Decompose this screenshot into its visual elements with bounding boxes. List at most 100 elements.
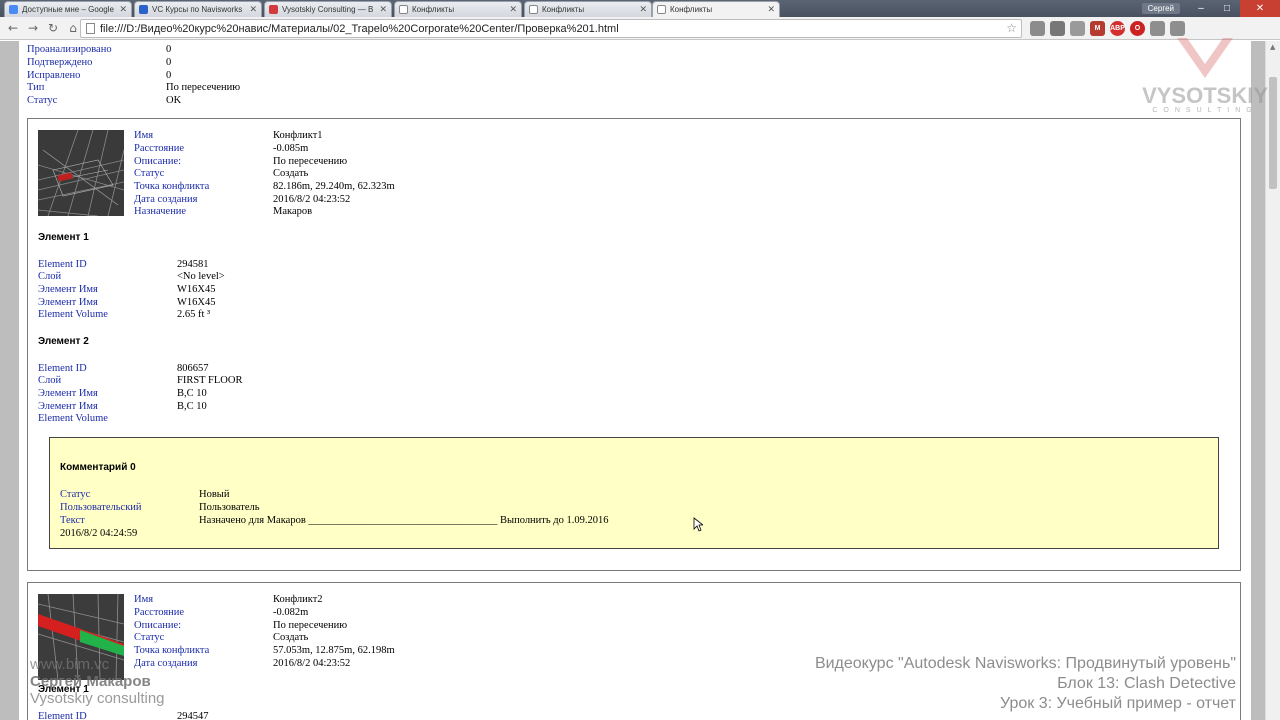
- element-value: 806657: [177, 363, 209, 374]
- summary-key: Проанализировано: [27, 44, 112, 55]
- course-title: Видеокурс "Autodesk Navisworks: Продвину…: [814, 655, 1236, 672]
- element-key: Element Volume: [38, 413, 108, 424]
- scroll-up-icon[interactable]: ▲: [1270, 43, 1275, 51]
- prop-key: Описание:: [134, 156, 182, 167]
- tab-strip: Доступные мне – Google ✕ VC Курсы по Nav…: [0, 0, 1280, 17]
- element-value: W16X45: [177, 297, 216, 308]
- summary-key: Исправлено: [27, 70, 81, 81]
- prop-key: Расстояние: [134, 143, 185, 154]
- author-site: www.bim.vc: [30, 656, 110, 673]
- conflict-panel: Имя Конфликт1 Расстояние -0.085m Описание:…: [27, 118, 1241, 571]
- close-icon[interactable]: ✕: [379, 4, 387, 15]
- reload-icon[interactable]: ↻: [43, 18, 63, 38]
- element-key: Element Volume: [38, 309, 108, 320]
- site-icon: [139, 5, 148, 14]
- logo-text: VYSOTSKIY: [1142, 83, 1268, 108]
- summary-value: 0: [166, 70, 172, 81]
- minimize-icon[interactable]: –: [1188, 0, 1214, 17]
- prop-value: По пересечению: [273, 156, 348, 167]
- comment-value: Пользователь: [199, 502, 260, 513]
- scrollbar-thumb[interactable]: [1269, 77, 1277, 189]
- element-key: Element ID: [38, 259, 87, 270]
- browser-tab[interactable]: Vysotskiy Consulting — B ✕: [264, 1, 392, 17]
- comment-key: Пользовательский: [60, 502, 142, 513]
- address-bar[interactable]: file:///D:/Видео%20курс%20навис/Материал…: [80, 19, 1022, 38]
- prop-key: Имя: [134, 130, 154, 141]
- conflict-thumbnail[interactable]: [38, 130, 124, 216]
- bookmark-star-icon[interactable]: ☆: [1006, 21, 1017, 35]
- apps-icon[interactable]: [1150, 21, 1165, 36]
- element-key: Элемент Имя: [38, 401, 98, 412]
- report-page: Проанализировано 0 Подтверждено 0 Исправле…: [19, 41, 1251, 720]
- page-viewport: Проанализировано 0 Подтверждено 0 Исправле…: [0, 41, 1265, 720]
- close-icon[interactable]: ✕: [249, 4, 257, 15]
- browser-tab[interactable]: Доступные мне – Google ✕: [4, 1, 132, 17]
- summary-key: Подтверждено: [27, 57, 93, 68]
- element-value: B,C 10: [177, 401, 207, 412]
- prop-value: Конфликт2: [273, 594, 323, 605]
- browser-toolbar: ← → ↻ ⌂ file:///D:/Видео%20курс%20навис/…: [0, 17, 1280, 40]
- close-icon[interactable]: ✕: [767, 4, 775, 15]
- tab-title: VC Курсы по Navisworks: [152, 5, 243, 14]
- logo-v-icon: [1177, 38, 1234, 78]
- browser-tab[interactable]: Конфликты ✕: [394, 1, 522, 17]
- prop-key: Статус: [134, 632, 165, 643]
- comment-box: Комментарий 0 Статус Новый Пользовательск…: [49, 437, 1219, 549]
- page-icon: [399, 5, 408, 14]
- logo-subtext: CONSULTING: [1152, 107, 1258, 114]
- prop-key: Точка конфликта: [134, 181, 210, 192]
- author-name: Сергей Макаров: [30, 673, 151, 690]
- summary-value: 0: [166, 57, 172, 68]
- page-icon: [86, 23, 95, 34]
- comment-key: Статус: [60, 489, 91, 500]
- comment-value: Назначено для Макаров __________________…: [199, 515, 609, 526]
- tab-title: Конфликты: [670, 5, 713, 14]
- puzzle-icon[interactable]: [1070, 21, 1085, 36]
- gmail-icon[interactable]: M: [1090, 21, 1105, 36]
- prop-value: 2016/8/2 04:23:52: [273, 658, 351, 669]
- close-icon[interactable]: ✕: [639, 4, 647, 15]
- prop-key: Статус: [134, 168, 165, 179]
- forward-icon[interactable]: →: [23, 18, 43, 38]
- browser-tab-active[interactable]: Конфликты ✕: [652, 1, 780, 17]
- element-value: <No level>: [177, 271, 225, 282]
- mouse-cursor-icon: [693, 517, 703, 532]
- tab-title: Конфликты: [542, 5, 585, 14]
- element-value: W16X45: [177, 284, 216, 295]
- close-icon[interactable]: ✕: [509, 4, 517, 15]
- extension-bar: M ABP O: [1030, 21, 1185, 36]
- summary-value: OK: [166, 95, 182, 106]
- prop-value: 2016/8/2 04:23:52: [273, 194, 351, 205]
- close-icon[interactable]: ✕: [119, 4, 127, 15]
- page-scrollbar[interactable]: ▲: [1265, 41, 1280, 720]
- translate-icon[interactable]: [1030, 21, 1045, 36]
- summary-value: 0: [166, 44, 172, 55]
- maximize-icon[interactable]: □: [1214, 0, 1240, 17]
- tab-title: Конфликты: [412, 5, 455, 14]
- prop-key: Назначение: [134, 206, 187, 217]
- close-window-icon[interactable]: ✕: [1240, 0, 1280, 17]
- tab-title: Vysotskiy Consulting — B: [282, 5, 374, 14]
- adblock-icon[interactable]: ABP: [1110, 21, 1125, 36]
- element-value: B,C 10: [177, 388, 207, 399]
- extension-icon[interactable]: [1050, 21, 1065, 36]
- settings-icon[interactable]: [1170, 21, 1185, 36]
- prop-value: -0.085m: [273, 143, 309, 154]
- page-icon: [657, 5, 666, 14]
- opera-icon[interactable]: O: [1130, 21, 1145, 36]
- element-key: Слой: [38, 375, 62, 386]
- element-value: FIRST FLOOR: [177, 375, 243, 386]
- back-icon[interactable]: ←: [3, 18, 23, 38]
- prop-value: 82.186m, 29.240m, 62.323m: [273, 181, 395, 192]
- element-value: 294581: [177, 259, 209, 270]
- comment-value: Новый: [199, 489, 230, 500]
- summary-value: По пересечению: [166, 82, 241, 93]
- google-drive-icon: [9, 5, 18, 14]
- element-heading: Элемент 2: [38, 336, 89, 347]
- author-caption: www.bim.vc Сергей Макаров Vysotskiy cons…: [30, 656, 165, 707]
- prop-value: 57.053m, 12.875m, 62.198m: [273, 645, 395, 656]
- browser-tab[interactable]: VC Курсы по Navisworks ✕: [134, 1, 262, 17]
- browser-tab[interactable]: Конфликты ✕: [524, 1, 652, 17]
- element-key: Element ID: [38, 711, 87, 720]
- profile-button[interactable]: Сергей: [1141, 3, 1180, 14]
